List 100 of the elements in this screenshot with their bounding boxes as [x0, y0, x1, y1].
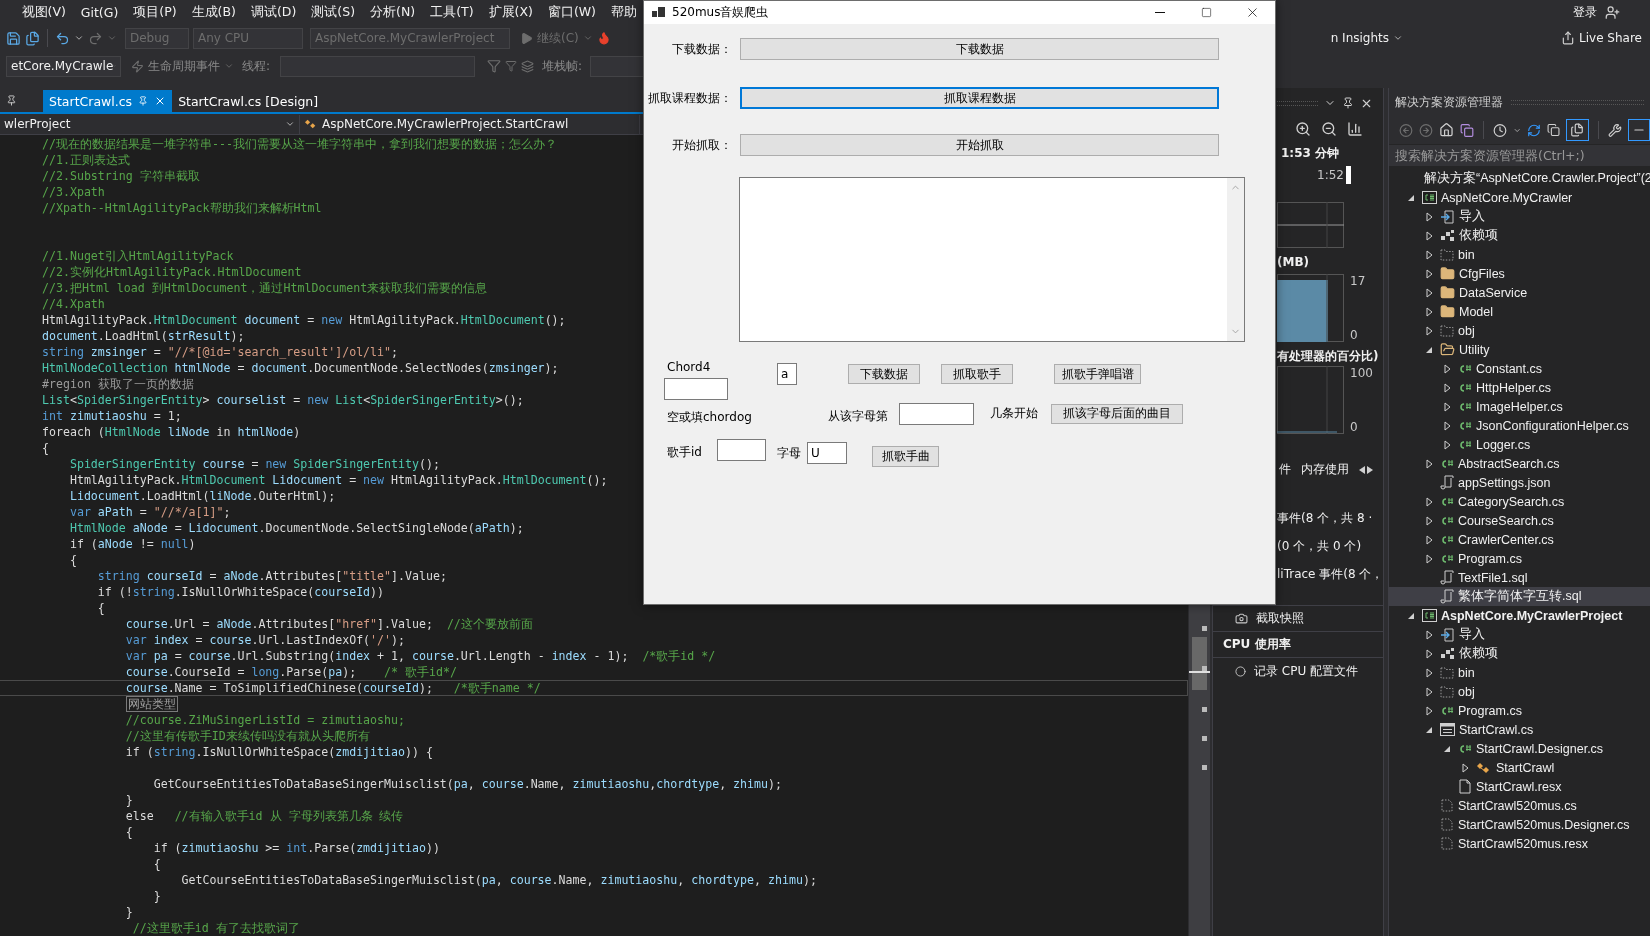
- tree-item[interactable]: Constant.cs: [1389, 359, 1650, 378]
- tree-item[interactable]: CourseSearch.cs: [1389, 511, 1650, 530]
- code-line: GetCourseEntitiesToDataBaseSingerMuisclist(pa, course.Name, zimutiaoshu, chordtype, zhimu);: [180, 873, 817, 887]
- record-cpu-profile-option[interactable]: 记录 CPU 配置文件: [1254, 662, 1359, 680]
- code-line: course.CourseId = long.Parse(pa); /* 歌手id*/: [124, 665, 457, 679]
- tree-item[interactable]: 导入: [1389, 207, 1650, 226]
- menu-item[interactable]: Git(G): [73, 4, 126, 20]
- tree-item[interactable]: StartCrawl520mus.Designer.cs: [1389, 815, 1650, 834]
- tree-item[interactable]: Utility: [1389, 340, 1650, 359]
- panel-title: 解决方案资源管理器: [1395, 93, 1503, 111]
- code-line: if (aNode != null): [68, 537, 196, 551]
- tree-item[interactable]: TextFile1.sql: [1389, 568, 1650, 587]
- cpu-chart-title: 有处理器的百分比): [1277, 347, 1379, 365]
- editor-tab[interactable]: StartCrawl.cs: [43, 90, 173, 112]
- tree-item[interactable]: Program.cs: [1389, 701, 1650, 720]
- tree-item[interactable]: StartCrawl520mus.cs: [1389, 796, 1650, 815]
- menu-item[interactable]: 工具(T): [422, 3, 482, 21]
- code-line: //course.ZiMuSingerListId = zimutiaoshu;: [124, 713, 405, 727]
- action-button[interactable]: 抓歌手曲: [872, 446, 939, 467]
- search-field[interactable]: 搜索解决方案资源管理器(Ctrl+;): [1389, 145, 1650, 166]
- live-share-button[interactable]: Live Share: [1579, 31, 1642, 45]
- action-button[interactable]: 下载数据: [848, 364, 920, 384]
- tree-item[interactable]: 依赖项: [1389, 226, 1650, 245]
- field-label: 抓取课程数据：: [647, 89, 732, 107]
- tree-item[interactable]: CategorySearch.cs: [1389, 492, 1650, 511]
- menu-item[interactable]: 生成(B): [184, 3, 244, 21]
- tree-item[interactable]: Logger.cs: [1389, 435, 1650, 454]
- code-line: //3.Xpath: [42, 185, 105, 199]
- tree-item[interactable]: bin: [1389, 245, 1650, 264]
- menu-item[interactable]: 项目(P): [125, 3, 185, 21]
- tree-item[interactable]: CfgFiles: [1389, 264, 1650, 283]
- lifecycle-events-button[interactable]: 生命周期事件: [148, 57, 220, 75]
- code-line: var pa = course.Url.Substring(index + 1, course.Url.Length - index - 1); /*歌手id */: [124, 649, 716, 663]
- code-line: else //有输入歌手id 从 字母列表第几条 续传: [124, 809, 404, 823]
- tree-item[interactable]: Model: [1389, 302, 1650, 321]
- axis-tick: 0: [1350, 420, 1359, 434]
- action-button[interactable]: 开始抓取: [740, 134, 1219, 156]
- stack-frame-label: 堆栈帧:: [542, 57, 583, 75]
- window-title: 520mus音娱爬虫: [672, 4, 769, 21]
- tree-item[interactable]: 繁体字简体字互转.sql: [1389, 587, 1650, 606]
- session-duration: 1:53 分钟: [1281, 144, 1340, 162]
- menu-item[interactable]: 视图(V): [14, 3, 74, 21]
- menu-item[interactable]: 测试(S): [303, 3, 363, 21]
- menu-item[interactable]: 扩展(X): [481, 3, 541, 21]
- field-label: 字母: [777, 445, 802, 462]
- tree-item[interactable]: CrawlerCenter.cs: [1389, 530, 1650, 549]
- tree-item[interactable]: appSettings.json: [1389, 473, 1650, 492]
- action-button[interactable]: 抓取歌手: [941, 364, 1013, 384]
- code-line: }: [152, 889, 161, 903]
- code-line: {: [152, 857, 161, 871]
- action-button[interactable]: 下载数据: [740, 38, 1219, 60]
- letter-field[interactable]: U: [807, 442, 847, 464]
- menu-item[interactable]: 分析(N): [362, 3, 423, 21]
- action-button[interactable]: 抓该字母后面的曲目: [1051, 403, 1183, 424]
- menu-item[interactable]: 帮助: [603, 3, 645, 21]
- code-line: int zimutiaoshu = 1;: [42, 409, 182, 423]
- tree-item[interactable]: AspNetCore.MyCrawlerProject: [1389, 606, 1650, 625]
- tree-item[interactable]: StartCrawl520mus.resx: [1389, 834, 1650, 853]
- code-line: List<SpiderSingerEntity> courselist = new List<SpiderSingerEntity>();: [42, 393, 524, 407]
- class-dropdown[interactable]: AspNetCore.MyCrawlerProject.StartCrawl: [300, 114, 640, 134]
- tree-item[interactable]: bin: [1389, 663, 1650, 682]
- tree-item[interactable]: JsonConfigurationHelper.cs: [1389, 416, 1650, 435]
- tree-item[interactable]: obj: [1389, 321, 1650, 340]
- menu-item[interactable]: 调试(D): [243, 3, 304, 21]
- tree-item[interactable]: AspNetCore.MyCrawler: [1389, 188, 1650, 207]
- tree-item[interactable]: HttpHelper.cs: [1389, 378, 1650, 397]
- cpu-usage-heading: CPU 使用率: [1223, 636, 1291, 653]
- action-button[interactable]: 抓取课程数据: [740, 87, 1219, 109]
- tree-item[interactable]: 依赖项: [1389, 644, 1650, 663]
- tree-item[interactable]: obj: [1389, 682, 1650, 701]
- code-line: HtmlAgilityPack.HtmlDocument document = new HtmlAgilityPack.HtmlDocument();: [42, 313, 566, 327]
- axis-tick: 17: [1350, 274, 1366, 288]
- timeline-tick: 1:52: [1317, 168, 1344, 182]
- code-line: //2.实例化HtmlAgilityPack.HtmlDocument: [42, 265, 302, 279]
- letter-field[interactable]: a: [777, 363, 797, 385]
- menu-item[interactable]: 窗口(W): [540, 3, 604, 21]
- tree-item[interactable]: DataService: [1389, 283, 1650, 302]
- process-dropdown[interactable]: etCore.MyCrawle: [6, 55, 121, 77]
- tree-item[interactable]: ImageHelper.cs: [1389, 397, 1650, 416]
- tree-item[interactable]: AbstractSearch.cs: [1389, 454, 1650, 473]
- code-line: //2.Substring 字符串截取: [42, 169, 200, 183]
- action-button[interactable]: 抓歌手弹唱谱: [1054, 364, 1141, 384]
- insights-menu[interactable]: n Insights: [1330, 31, 1390, 45]
- code-line: document.LoadHtml(strResult);: [42, 329, 245, 343]
- tree-item[interactable]: Program.cs: [1389, 549, 1650, 568]
- tree-item[interactable]: StartCrawl: [1389, 758, 1650, 777]
- take-snapshot-button[interactable]: 截取快照: [1256, 610, 1304, 627]
- tree-item[interactable]: StartCrawl.cs: [1389, 720, 1650, 739]
- thread-label: 线程:: [242, 57, 271, 75]
- tree-item[interactable]: StartCrawl.Designer.cs: [1389, 739, 1650, 758]
- diagnostics-tab[interactable]: 内存使用: [1301, 460, 1349, 480]
- code-line: var aPath = "//*/a[1]";: [68, 505, 231, 519]
- tree-item[interactable]: 导入: [1389, 625, 1650, 644]
- diagnostics-tab[interactable]: 件: [1279, 460, 1291, 480]
- editor-tab[interactable]: StartCrawl.cs [Design]: [172, 90, 325, 112]
- project-dropdown[interactable]: wlerProject: [0, 114, 300, 134]
- code-line: GetCourseEntitiesToDataBaseSingerMuisclist(pa, course.Name, zimutiaoshu,chordtype, zhimu);: [152, 777, 782, 791]
- login-link[interactable]: 登录: [1573, 3, 1597, 21]
- tree-item[interactable]: StartCrawl.resx: [1389, 777, 1650, 796]
- code-line: {: [124, 825, 133, 839]
